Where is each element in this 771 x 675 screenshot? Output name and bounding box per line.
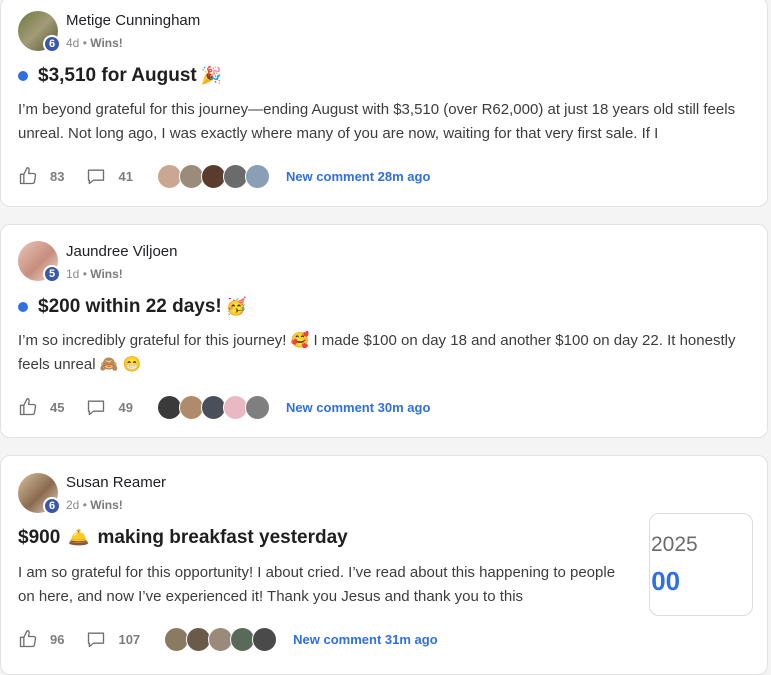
comment-count: 41: [118, 168, 133, 184]
post-age: 1d: [66, 267, 80, 281]
commenter-avatars[interactable]: [164, 626, 278, 652]
commenter-avatars[interactable]: [156, 394, 270, 420]
unread-dot: [18, 71, 28, 81]
post-body[interactable]: I am so grateful for this opportunity! I…: [18, 561, 618, 609]
new-comment-link[interactable]: New comment 30m ago: [286, 400, 431, 415]
post-category[interactable]: Wins!: [90, 267, 123, 281]
post-meta: 1d • Wins!: [66, 267, 123, 281]
post-category[interactable]: Wins!: [90, 36, 123, 50]
post-title[interactable]: making breakfast yesterday: [97, 527, 347, 549]
like-count: 83: [50, 168, 65, 184]
speech-bubble-icon: [88, 400, 105, 416]
post-actions: 83 41 New comment 28m ago: [18, 163, 430, 189]
commenter-avatar[interactable]: [252, 626, 278, 652]
post-body[interactable]: I’m beyond grateful for this journey—end…: [18, 98, 748, 146]
post-card[interactable]: 5 Jaundree Viljoen 1d • Wins! $200 withi…: [0, 224, 768, 438]
thumbs-up-icon: [19, 167, 37, 185]
post-category[interactable]: Wins!: [90, 498, 123, 512]
like-button[interactable]: 83: [18, 166, 64, 186]
post-actions: 45 49 New comment 30m ago: [18, 394, 430, 420]
level-badge: 6: [43, 497, 61, 515]
post-title-amount[interactable]: $900: [18, 527, 60, 549]
commenter-avatar[interactable]: [244, 163, 270, 189]
post-actions: 96 107 New comment 31m ago: [18, 626, 438, 652]
comment-count: 107: [118, 631, 141, 647]
bell-emoji: 🛎️: [68, 528, 90, 547]
post-body[interactable]: I’m so incredibly grateful for this jour…: [18, 329, 748, 377]
new-comment-link[interactable]: New comment 31m ago: [293, 632, 438, 647]
post-meta: 2d • Wins!: [66, 498, 123, 512]
author-avatar[interactable]: 6: [18, 473, 61, 515]
like-button[interactable]: 45: [18, 397, 64, 417]
post-title-row[interactable]: $3,510 for August 🎉: [18, 65, 222, 87]
commenter-avatar[interactable]: [244, 394, 270, 420]
unread-dot: [18, 302, 28, 312]
popup-year: 2025: [651, 533, 698, 556]
party-popper-emoji: 🎉: [200, 66, 222, 85]
post-title[interactable]: $200 within 22 days!: [38, 296, 222, 318]
like-button[interactable]: 96: [18, 629, 64, 649]
post-title[interactable]: $3,510 for August: [38, 65, 197, 87]
speech-bubble-icon: [88, 632, 105, 648]
thumbs-up-icon: [19, 630, 37, 648]
post-meta: 4d • Wins!: [66, 36, 123, 50]
author-name[interactable]: Jaundree Viljoen: [66, 243, 177, 260]
popup-amount: .00: [650, 566, 681, 596]
comment-button[interactable]: 41: [86, 166, 133, 186]
author-avatar[interactable]: 6: [18, 11, 61, 53]
level-badge: 5: [43, 265, 61, 283]
earnings-popup[interactable]: 2025 .00: [649, 513, 753, 616]
like-count: 45: [50, 399, 65, 415]
post-age: 4d: [66, 36, 80, 50]
author-name[interactable]: Metige Cunningham: [66, 12, 200, 29]
comment-button[interactable]: 107: [86, 629, 140, 649]
comment-count: 49: [118, 399, 133, 415]
speech-bubble-icon: [88, 169, 105, 185]
post-card[interactable]: 6 Metige Cunningham 4d • Wins! $3,510 fo…: [0, 0, 768, 207]
like-count: 96: [50, 631, 65, 647]
level-badge: 6: [43, 35, 61, 53]
thumbs-up-icon: [19, 398, 37, 416]
post-title-row[interactable]: $200 within 22 days! 🥳: [18, 296, 247, 318]
post-title-row[interactable]: $900 🛎️ making breakfast yesterday: [18, 527, 348, 549]
post-age: 2d: [66, 498, 80, 512]
author-name[interactable]: Susan Reamer: [66, 474, 166, 491]
new-comment-link[interactable]: New comment 28m ago: [286, 169, 431, 184]
comment-button[interactable]: 49: [86, 397, 133, 417]
commenter-avatars[interactable]: [156, 163, 270, 189]
author-avatar[interactable]: 5: [18, 241, 61, 283]
partying-face-emoji: 🥳: [225, 297, 247, 316]
